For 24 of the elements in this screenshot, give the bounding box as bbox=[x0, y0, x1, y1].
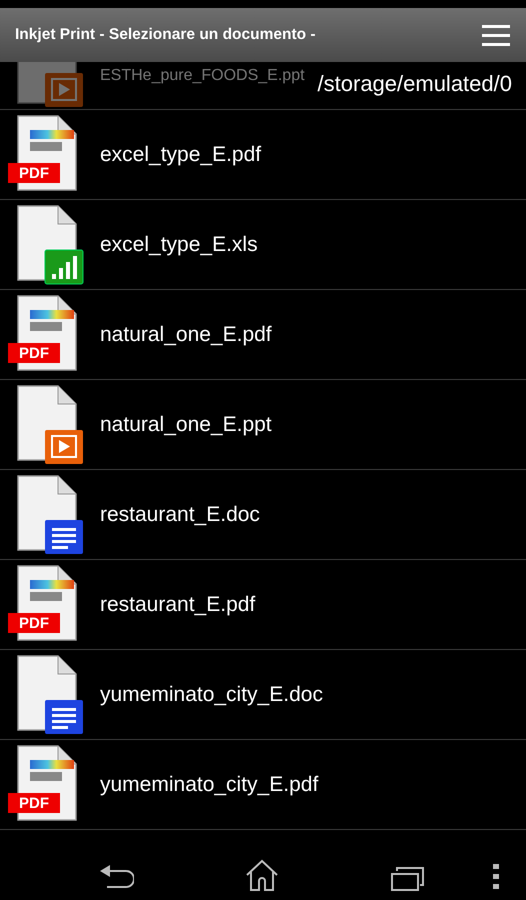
file-name: natural_one_E.ppt bbox=[100, 412, 272, 438]
file-name: ESTHe_pure_FOODS_E.ppt bbox=[100, 66, 305, 86]
folder-path: /storage/emulated/0 bbox=[318, 70, 512, 98]
file-name: excel_type_E.xls bbox=[100, 232, 258, 258]
file-name: restaurant_E.pdf bbox=[100, 592, 256, 618]
file-row[interactable]: PDF natural_one_E.pdf bbox=[0, 290, 526, 380]
file-row[interactable]: natural_one_E.ppt bbox=[0, 380, 526, 470]
menu-button[interactable] bbox=[482, 24, 510, 46]
file-row[interactable]: PDF yumeminato_city_E.pdf bbox=[0, 740, 526, 830]
file-name: restaurant_E.doc bbox=[100, 502, 260, 528]
file-name: yumeminato_city_E.pdf bbox=[100, 772, 318, 798]
back-button[interactable] bbox=[100, 865, 134, 891]
file-name: natural_one_E.pdf bbox=[100, 322, 272, 348]
overflow-menu-button[interactable] bbox=[493, 864, 501, 890]
home-button[interactable] bbox=[245, 859, 279, 891]
file-row[interactable]: excel_type_E.xls bbox=[0, 200, 526, 290]
file-row[interactable]: restaurant_E.doc bbox=[0, 470, 526, 560]
file-row[interactable]: PDF excel_type_E.pdf bbox=[0, 110, 526, 200]
file-row[interactable]: PDF restaurant_E.pdf bbox=[0, 560, 526, 650]
file-row[interactable]: yumeminato_city_E.doc bbox=[0, 650, 526, 740]
window-title: Inkjet Print - Selezionare un documento - bbox=[15, 25, 316, 46]
file-name: excel_type_E.pdf bbox=[100, 142, 262, 168]
recent-apps-button[interactable] bbox=[391, 867, 425, 891]
file-name: yumeminato_city_E.doc bbox=[100, 682, 323, 708]
